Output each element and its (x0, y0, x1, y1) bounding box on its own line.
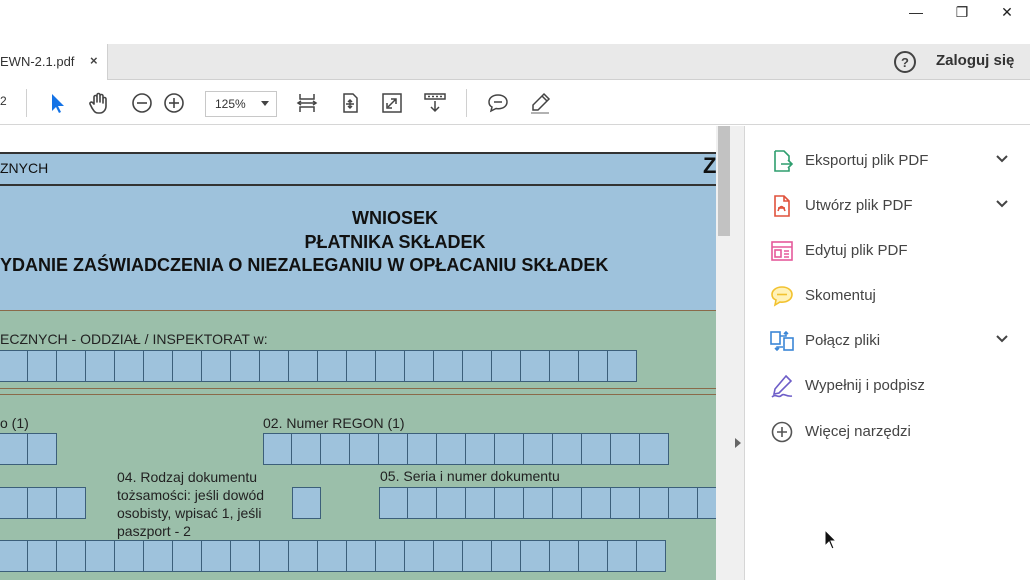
header-left-text: ZNYCH (0, 160, 49, 176)
form-description-text: YDANIE ZAŚWIADCZENIA O NIEZALEGANIU W OP… (0, 255, 609, 275)
document-tab[interactable]: EWN-2.1.pdf × (0, 44, 108, 80)
tool-label: Utwórz plik PDF (805, 197, 913, 214)
help-icon[interactable]: ? (894, 51, 916, 73)
branch-input[interactable] (0, 350, 637, 382)
tool-label: Więcej narzędzi (805, 423, 911, 440)
highlight-pen-icon[interactable] (528, 91, 552, 115)
create-pdf-icon (769, 193, 795, 219)
field06-input[interactable] (0, 540, 666, 572)
toolbar: 2 125% (0, 81, 1030, 125)
document-type-input[interactable] (292, 487, 321, 519)
chevron-down-icon[interactable] (993, 330, 1011, 348)
tool-more-tools[interactable]: Więcej narzędzi (745, 413, 1030, 449)
hand-icon[interactable] (87, 91, 111, 115)
close-icon: ✕ (1001, 3, 1013, 20)
fit-page-icon[interactable] (338, 91, 362, 115)
tool-comment[interactable]: Skomentuj (745, 277, 1030, 313)
restore-icon: ❐ (955, 3, 969, 20)
tool-create-pdf[interactable]: Utwórz plik PDF (745, 187, 1030, 223)
tool-label: Skomentuj (805, 287, 876, 304)
branch-label: ECZNYCH - ODDZIAŁ / INSPEKTORAT w: (0, 331, 268, 347)
combine-files-icon (769, 328, 795, 354)
tool-label: Edytuj plik PDF (805, 242, 908, 259)
form-subtitle: PŁATNIKA SKŁADEK (304, 232, 486, 252)
tool-combine-files[interactable]: Połącz pliki (745, 322, 1030, 358)
regon-input[interactable] (263, 433, 669, 465)
tool-edit-pdf[interactable]: Edytuj plik PDF (745, 232, 1030, 268)
field01-input[interactable] (0, 433, 57, 465)
edit-pdf-icon (769, 238, 795, 264)
document-number-input[interactable] (379, 487, 716, 519)
close-window-button[interactable]: ✕ (985, 0, 1029, 24)
tab-label: EWN-2.1.pdf (0, 54, 75, 69)
toolbar-divider (466, 89, 467, 117)
chevron-down-icon (261, 101, 269, 106)
zoom-value: 125% (215, 97, 246, 111)
tab-bar: EWN-2.1.pdf × (0, 44, 1030, 80)
chevron-down-icon[interactable] (993, 195, 1011, 213)
zoom-out-icon[interactable] (130, 91, 154, 115)
section-divider (0, 388, 716, 389)
zoom-select[interactable]: 125% (205, 91, 277, 117)
tool-fill-sign[interactable]: Wypełnij i podpisz (745, 367, 1030, 403)
select-arrow-icon[interactable] (46, 91, 70, 115)
restore-button[interactable]: ❐ (940, 0, 984, 24)
login-link[interactable]: Zaloguj się (936, 52, 1014, 69)
form-title: WNIOSEK (351, 208, 438, 228)
acrobat-window: — ❐ ✕ EWN-2.1.pdf × ? Zaloguj się 2 125% (0, 0, 1030, 580)
comment-icon[interactable] (486, 91, 510, 115)
field04-label: 04. Rodzaj dokumentu tożsamości: jeśli d… (117, 469, 265, 539)
tool-label: Wypełnij i podpisz (805, 377, 925, 394)
scrollbar-thumb[interactable] (718, 126, 730, 236)
minimize-button[interactable]: — (894, 0, 938, 24)
mouse-cursor-icon (824, 529, 838, 550)
section-divider (0, 394, 716, 395)
tool-label: Połącz pliki (805, 332, 881, 349)
form-code: Z (703, 153, 716, 178)
comment-icon (769, 283, 795, 309)
page-number-field[interactable]: 2 (0, 94, 7, 108)
vertical-scrollbar[interactable] (716, 126, 732, 580)
fullscreen-icon[interactable] (380, 91, 404, 115)
export-pdf-icon (769, 148, 795, 174)
document-viewport[interactable]: ZNYCH Z WNIOSEK PŁATNIKA SKŁADEK YDANIE … (0, 126, 744, 580)
chevron-down-icon[interactable] (993, 150, 1011, 168)
field01-label: o (1) (0, 415, 29, 431)
tool-export-pdf[interactable]: Eksportuj plik PDF (745, 142, 1030, 178)
fill-sign-icon (769, 373, 795, 399)
scroll-mode-icon[interactable] (423, 91, 447, 115)
more-tools-icon (769, 419, 795, 445)
header-divider (0, 184, 716, 186)
form-header (0, 152, 716, 310)
tools-pane: Eksportuj plik PDF Utwórz plik PDF Edytu… (744, 126, 1030, 580)
form-description: YDANIE ZAŚWIADCZENIA O NIEZALEGANIU W OP… (0, 255, 716, 276)
section-divider (0, 310, 716, 311)
zoom-in-icon[interactable] (162, 91, 186, 115)
panel-toggle-icon[interactable] (735, 438, 741, 448)
field03-input[interactable] (0, 487, 86, 519)
tab-close-icon[interactable]: × (90, 53, 98, 68)
fit-width-icon[interactable] (295, 91, 319, 115)
pdf-page: ZNYCH Z WNIOSEK PŁATNIKA SKŁADEK YDANIE … (0, 126, 716, 580)
tool-label: Eksportuj plik PDF (805, 152, 929, 169)
field05-label: 05. Seria i numer dokumentu (380, 468, 560, 484)
field02-label: 02. Numer REGON (1) (263, 415, 405, 431)
title-bar: — ❐ ✕ (0, 0, 1030, 24)
toolbar-divider (26, 89, 27, 117)
minimize-icon: — (909, 4, 923, 20)
